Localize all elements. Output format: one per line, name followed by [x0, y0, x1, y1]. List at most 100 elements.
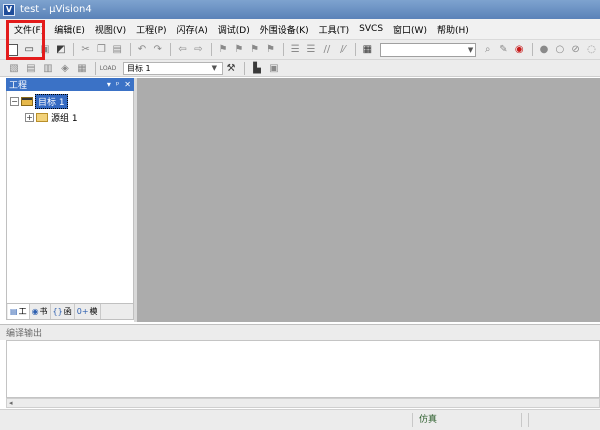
tab-label: 书: [39, 307, 48, 316]
target-select[interactable]: 目标 1 ▼: [123, 61, 223, 75]
manage-components-button[interactable]: ▙: [249, 60, 265, 76]
breakpoint-insert-button[interactable]: ●: [537, 42, 552, 58]
menu-help[interactable]: 帮助(H): [432, 23, 474, 36]
project-panel-controls: ▾ ᵖ ✕: [107, 80, 131, 89]
toolbar-separator: [170, 43, 172, 56]
redo-button[interactable]: ↷: [150, 42, 165, 58]
comment-button[interactable]: //: [319, 42, 334, 58]
tab-project[interactable]: ▤ 工: [8, 304, 30, 319]
source-group-label[interactable]: 源组 1: [51, 111, 78, 124]
uncomment-button[interactable]: /⁄: [335, 42, 350, 58]
save-all-icon: ◩: [56, 44, 66, 55]
project-panel-header: 工程 ▾ ᵖ ✕: [6, 78, 134, 91]
menu-view[interactable]: 视图(V): [90, 23, 131, 36]
incremental-find-icon: ✎: [499, 44, 508, 55]
rebuild-button[interactable]: ▥: [40, 60, 56, 76]
bookmark-clear-button[interactable]: ⚑: [263, 42, 278, 58]
breakpoint-disable-icon: ⊘: [571, 44, 580, 55]
menu-edit[interactable]: 编辑(E): [49, 23, 90, 36]
indent-icon: ☰: [290, 44, 300, 55]
tab-functions[interactable]: {} 函: [51, 304, 75, 319]
packs-icon: ▣: [269, 62, 279, 74]
translate-button[interactable]: ▧: [6, 60, 22, 76]
toolbar-separator: [355, 43, 356, 56]
breakpoint-enable-icon: ○: [555, 44, 565, 55]
undo-button[interactable]: ↶: [135, 42, 150, 58]
breakpoint-kill-icon: ◌: [587, 44, 596, 55]
find-in-files-icon: ▦: [362, 44, 373, 55]
stop-build-button[interactable]: ▦: [74, 60, 90, 76]
build-output-header: 编译输出: [0, 324, 600, 340]
breakpoint-kill-button[interactable]: ◌: [584, 42, 599, 58]
incremental-find-button[interactable]: ✎: [496, 42, 511, 58]
expand-toggle-icon[interactable]: −: [10, 97, 19, 106]
nav-back-button[interactable]: ⇦: [175, 42, 190, 58]
tree-node-source-group[interactable]: + 源组 1: [25, 111, 78, 124]
find-button[interactable]: ⌕: [480, 42, 495, 58]
find-in-files-button[interactable]: ▦: [360, 42, 375, 58]
build-icon: ▤: [26, 62, 36, 74]
toolbar-separator: [95, 61, 96, 75]
status-mode: 仿真: [412, 413, 522, 427]
build-button[interactable]: ▤: [23, 60, 39, 76]
menu-tools[interactable]: 工具(T): [314, 23, 355, 36]
copy-icon: ❐: [96, 44, 106, 55]
tab-templates[interactable]: 0+ 模: [75, 304, 101, 319]
indent-button[interactable]: ☰: [288, 42, 303, 58]
tab-books[interactable]: ◉ 书: [30, 304, 51, 319]
components-icon: ▙: [253, 62, 261, 74]
paste-button[interactable]: ▤: [110, 42, 125, 58]
tree-node-target[interactable]: − 目标 1: [10, 94, 68, 109]
select-packs-button[interactable]: ▣: [266, 60, 282, 76]
toolbar-separator: [282, 43, 284, 56]
target-label[interactable]: 目标 1: [35, 94, 68, 109]
breakpoint-enable-button[interactable]: ○: [552, 42, 567, 58]
copy-button[interactable]: ❐: [94, 42, 109, 58]
unindent-icon: ☰: [306, 44, 316, 55]
save-all-button[interactable]: ◩: [53, 42, 68, 58]
pin-dropdown-icon[interactable]: ▾: [107, 80, 111, 89]
project-icon: ▤: [10, 307, 18, 316]
find-combo[interactable]: ▼: [379, 42, 477, 57]
bookmark-prev-button[interactable]: ⚑: [231, 42, 246, 58]
batch-build-button[interactable]: ◈: [57, 60, 73, 76]
find-icon: ⌕: [484, 44, 491, 55]
cut-button[interactable]: ✂: [78, 42, 93, 58]
rebuild-icon: ▥: [43, 62, 53, 74]
scroll-left-icon[interactable]: ◂: [9, 399, 13, 407]
bookmark-icon: ⚑: [218, 44, 228, 55]
functions-icon: {}: [52, 307, 63, 316]
nav-forward-button[interactable]: ⇨: [191, 42, 206, 58]
download-button[interactable]: LOAD: [100, 60, 116, 76]
translate-icon: ▧: [9, 62, 19, 74]
menu-peripherals[interactable]: 外围设备(K): [255, 23, 314, 36]
close-icon[interactable]: ✕: [124, 80, 131, 89]
menu-project[interactable]: 工程(P): [131, 23, 171, 36]
menu-flash[interactable]: 闪存(A): [172, 23, 213, 36]
books-icon: ◉: [31, 307, 39, 316]
toolbar-separator: [210, 43, 212, 56]
paste-icon: ▤: [112, 44, 122, 55]
uncomment-icon: /⁄: [340, 44, 346, 55]
comment-icon: //: [323, 44, 331, 55]
breakpoint-disable-button[interactable]: ⊘: [568, 42, 583, 58]
target-options-button[interactable]: ⚒: [223, 60, 239, 76]
magic-wand-icon: ⚒: [226, 62, 236, 74]
highlight-annotation: [6, 20, 45, 60]
debug-session-button[interactable]: ◉: [512, 42, 527, 58]
autohide-pin-icon[interactable]: ᵖ: [116, 80, 119, 89]
menu-window[interactable]: 窗口(W): [388, 23, 432, 36]
horizontal-scrollbar[interactable]: ◂: [6, 398, 600, 408]
build-output-content[interactable]: [6, 340, 600, 398]
project-panel-title: 工程: [9, 81, 28, 91]
bookmark-next-button[interactable]: ⚑: [247, 42, 262, 58]
cut-icon: ✂: [81, 44, 90, 55]
arrow-right-icon: ⇨: [194, 44, 203, 55]
bookmark-toggle-button[interactable]: ⚑: [216, 42, 231, 58]
menu-debug[interactable]: 调试(D): [213, 23, 255, 36]
menu-svcs[interactable]: SVCS: [354, 24, 388, 34]
templates-icon: 0+: [76, 307, 89, 316]
unindent-button[interactable]: ☰: [304, 42, 319, 58]
tab-label: 函: [63, 307, 72, 316]
expand-toggle-icon[interactable]: +: [25, 113, 34, 122]
